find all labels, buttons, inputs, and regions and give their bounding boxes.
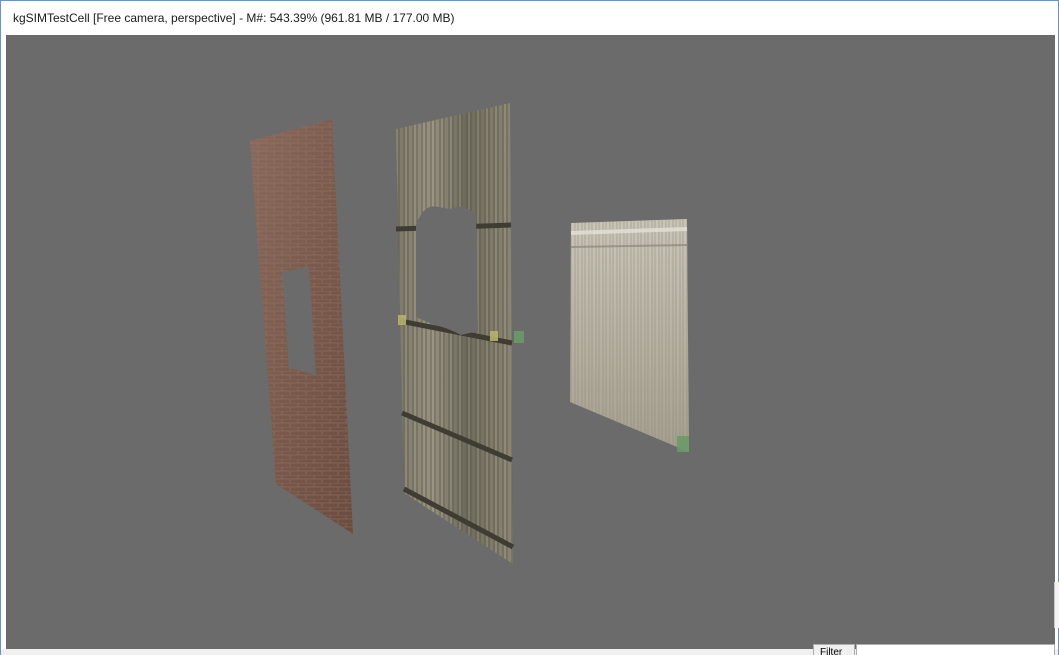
plank-wall-panel[interactable] <box>570 219 689 452</box>
window-title: kgSIMTestCell [Free camera, perspective]… <box>13 11 455 25</box>
filter-tab[interactable]: Filter <box>813 644 855 655</box>
side-panel-edge <box>1054 582 1059 628</box>
brick-wall-panel[interactable] <box>250 119 353 534</box>
filter-label: Filter <box>820 647 843 655</box>
filter-input[interactable] <box>856 644 1055 655</box>
window-titlebar[interactable]: kgSIMTestCell [Free camera, perspective]… <box>1 1 1058 35</box>
viewport-scene <box>250 103 689 564</box>
wooden-wall-panel-with-window[interactable] <box>395 103 524 564</box>
3d-viewport[interactable] <box>6 35 1055 649</box>
editor-window: kgSIMTestCell [Free camera, perspective]… <box>0 0 1059 655</box>
